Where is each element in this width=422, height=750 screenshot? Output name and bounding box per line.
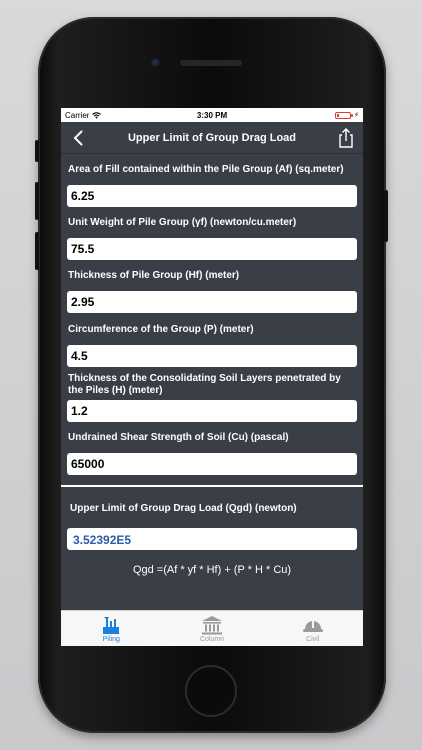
back-button[interactable] [69,129,87,147]
result-label: Upper Limit of Group Drag Load (Qgd) (ne… [70,503,297,514]
tab-label: Column [199,636,225,643]
undrained-shear-input[interactable]: 65000 [67,453,357,475]
tab-bar: Piling Column Civil [61,610,363,646]
field-thickness-pile-group: Thickness of Pile Group (Hf) (meter) 2.9… [67,270,357,313]
section-divider [61,485,363,487]
field-label: Circumference of the Group (P) (meter) [68,324,254,335]
result-value: 3.52392E5 [67,528,357,550]
consolidating-thickness-input[interactable]: 1.2 [67,400,357,422]
field-unit-weight: Unit Weight of Pile Group (γf) (newton/c… [67,217,357,260]
unit-weight-input[interactable]: 75.5 [67,238,357,260]
thickness-pile-group-input[interactable]: 2.95 [67,291,357,313]
field-label: Unit Weight of Pile Group (γf) (newton/c… [68,217,297,228]
app-screen: Carrier 3:30 PM ⚡ Upper Limit of Group D… [61,108,363,646]
home-button[interactable] [185,665,237,717]
field-undrained-shear: Undrained Shear Strength of Soil (Cu) (p… [67,432,357,475]
status-time: 3:30 PM [196,110,228,120]
field-label: Undrained Shear Strength of Soil (Cu) (p… [68,432,289,443]
tab-column[interactable]: Column [162,611,263,646]
field-consolidating-thickness: Thickness of the Consolidating Soil Laye… [67,373,357,422]
field-label: Area of Fill contained within the Pile G… [68,164,344,175]
battery-icon [335,111,354,119]
field-circumference: Circumference of the Group (P) (meter) 4… [67,324,357,367]
field-label: Thickness of Pile Group (Hf) (meter) [68,270,240,281]
hardhat-icon [302,620,323,632]
power-button [384,190,388,242]
field-area-of-fill: Area of Fill contained within the Pile G… [67,164,357,207]
tab-piling[interactable]: Piling [61,611,162,646]
status-bar: Carrier 3:30 PM ⚡ [61,108,363,122]
share-button[interactable] [337,127,355,148]
mute-switch [35,140,39,162]
tab-label: Piling [102,636,120,643]
earpiece-speaker [180,60,242,66]
piling-icon [103,617,120,634]
chevron-left-icon [73,130,83,145]
page-title: Upper Limit of Group Drag Load [127,131,297,144]
volume-up-button [35,182,39,220]
volume-down-button [35,232,39,270]
share-icon [339,127,353,148]
tab-civil[interactable]: Civil [262,611,363,646]
tab-label: Civil [306,636,320,643]
form-content: Area of Fill contained within the Pile G… [61,154,363,576]
area-of-fill-input[interactable]: 6.25 [67,185,357,207]
circumference-input[interactable]: 4.5 [67,345,357,367]
nav-bar: Upper Limit of Group Drag Load [61,122,363,154]
front-camera [151,58,161,68]
field-label: Thickness of the Consolidating Soil Laye… [68,373,341,396]
column-icon [202,616,222,635]
formula-text: Qgd =(Af * yf * Hf) + (P * H * Cu) [132,564,292,576]
